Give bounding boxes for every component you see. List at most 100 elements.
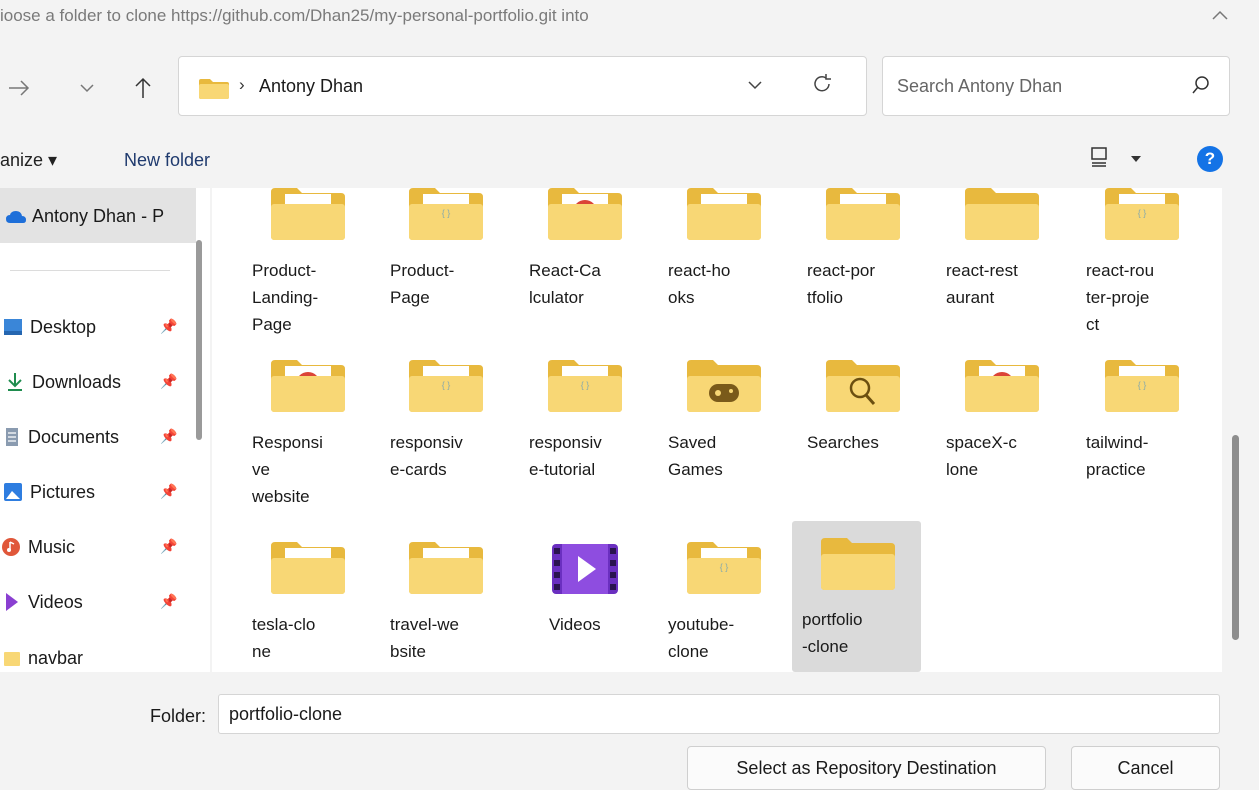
sidebar-item-documents[interactable]: Documents <box>6 425 120 449</box>
sidebar-item-label: Videos <box>28 591 83 612</box>
folder-icon <box>821 538 895 590</box>
sidebar-item-onedrive[interactable]: Antony Dhan - P <box>0 188 196 243</box>
folder-item[interactable]: { } responsiv e-tutorial <box>519 336 647 496</box>
folder-item[interactable]: Saved Games <box>658 336 786 496</box>
recent-locations-button[interactable] <box>70 70 104 106</box>
folder-name: travel-we bsite <box>390 615 459 661</box>
organize-menu[interactable]: anize ▾ <box>0 150 57 171</box>
folder-item[interactable]: spaceX-c lone <box>936 336 1064 496</box>
folder-label: Folder: <box>150 706 207 726</box>
svg-text:{ }: { } <box>442 208 451 218</box>
folder-icon <box>826 360 900 412</box>
folder-name-input[interactable]: portfolio-clone <box>218 694 1220 734</box>
sidebar-item-label: Pictures <box>30 481 96 502</box>
folder-item[interactable]: Searches <box>797 336 925 496</box>
folder-name: React-Ca lculator <box>529 261 601 307</box>
folder-item[interactable]: { } youtube- clone <box>658 518 786 668</box>
folder-item[interactable]: Responsi ve website <box>242 336 370 506</box>
folder-name: react-por tfolio <box>807 261 876 307</box>
videos-library-icon <box>548 542 622 594</box>
folder-name: tailwind- practice <box>1086 433 1149 479</box>
folder-item[interactable]: react-rest aurant <box>936 188 1064 324</box>
sidebar-item-label: navbar <box>28 647 84 668</box>
folder-name: tesla-clo ne <box>252 615 316 661</box>
folder-name: react-ho oks <box>668 261 731 307</box>
folder-icon: { } <box>1105 188 1179 240</box>
folder-item[interactable]: { } responsiv e-cards <box>380 336 508 496</box>
search-input[interactable]: Search Antony Dhan <box>897 76 1062 97</box>
folder-icon: { } <box>409 188 483 240</box>
view-dropdown-icon[interactable] <box>1130 155 1142 163</box>
folder-name: Responsi ve website <box>252 433 323 506</box>
cancel-button[interactable]: Cancel <box>1071 746 1220 790</box>
new-folder-button[interactable]: New folder <box>124 150 210 171</box>
music-icon <box>2 538 20 556</box>
sidebar-item-videos[interactable]: Videos <box>6 590 83 614</box>
chevron-down-icon[interactable] <box>747 79 763 91</box>
forward-button[interactable] <box>2 70 36 106</box>
folder-icon <box>271 360 345 412</box>
select-destination-button[interactable]: Select as Repository Destination <box>687 746 1046 790</box>
chevron-up-icon[interactable] <box>1210 6 1230 26</box>
content-scrollbar[interactable] <box>1232 435 1239 640</box>
sidebar-item-downloads[interactable]: Downloads <box>8 370 122 394</box>
help-button[interactable]: ? <box>1197 146 1223 172</box>
dialog-title: ioose a folder to clone https://github.c… <box>0 6 589 25</box>
folder-icon <box>271 542 345 594</box>
folder-name: portfolio -clone <box>802 610 863 656</box>
folder-item[interactable]: React-Ca lculator <box>519 188 647 324</box>
address-path[interactable]: Antony Dhan <box>259 76 363 97</box>
videos-icon <box>6 593 18 611</box>
pin-icon[interactable]: 📌 <box>160 318 177 335</box>
sidebar-item-label: Documents <box>28 426 120 447</box>
folder-name: Searches <box>807 433 879 452</box>
folder-item[interactable]: Product- Landing- Page <box>242 188 370 334</box>
title-bar: ioose a folder to clone https://github.c… <box>0 0 1259 40</box>
folder-item[interactable]: Videos <box>519 518 647 668</box>
sidebar-item-music[interactable]: Music <box>2 535 75 559</box>
svg-text:{ }: { } <box>720 562 729 572</box>
folder-item[interactable]: react-por tfolio <box>797 188 925 324</box>
pin-icon[interactable]: 📌 <box>160 373 177 390</box>
pictures-icon <box>4 483 22 501</box>
folder-name: youtube- clone <box>668 615 735 661</box>
sidebar-item-pictures[interactable]: Pictures <box>4 480 96 504</box>
divider <box>10 270 170 271</box>
folder-name: Product- Landing- Page <box>252 261 319 334</box>
folder-item[interactable]: tesla-clo ne <box>242 518 370 668</box>
sidebar-item-label: Downloads <box>32 371 122 392</box>
folder-icon <box>965 360 1039 412</box>
folder-item[interactable]: travel-we bsite <box>380 518 508 668</box>
pin-icon[interactable]: 📌 <box>160 483 177 500</box>
search-icon <box>1192 76 1209 94</box>
folder-item[interactable]: react-ho oks <box>658 188 786 324</box>
folder-icon <box>687 188 761 240</box>
sidebar-item-onedrive-row: Antony Dhan - P <box>6 206 164 227</box>
folder-item[interactable]: portfolio -clone <box>792 521 921 672</box>
folder-name: Product- Page <box>390 261 455 307</box>
folder-icon <box>409 542 483 594</box>
arrow-right-icon <box>9 80 30 96</box>
pin-icon[interactable]: 📌 <box>160 428 177 445</box>
folder-item[interactable]: { } react-rou ter-proje ct <box>1076 188 1204 334</box>
pin-icon[interactable]: 📌 <box>160 538 177 555</box>
view-options-icon[interactable] <box>1090 146 1110 168</box>
folder-item[interactable]: { } tailwind- practice <box>1076 336 1204 496</box>
folder-name: responsiv e-tutorial <box>529 433 602 479</box>
sidebar-item-navbar[interactable]: navbar <box>4 646 84 670</box>
sidebar-item-label: Desktop <box>30 316 97 337</box>
folder-name: spaceX-c lone <box>946 433 1017 479</box>
svg-text:{ }: { } <box>1138 208 1147 218</box>
folder-icon: { } <box>548 360 622 412</box>
pin-icon[interactable]: 📌 <box>160 593 177 610</box>
address-bar[interactable]: › Antony Dhan <box>178 56 867 116</box>
arrow-up-icon <box>135 77 151 98</box>
up-button[interactable] <box>126 70 160 106</box>
folder-icon <box>4 652 20 666</box>
sidebar-scrollbar[interactable] <box>196 240 202 440</box>
folder-name: react-rou ter-proje ct <box>1086 261 1155 334</box>
sidebar-item-desktop[interactable]: Desktop <box>4 315 97 339</box>
search-box[interactable]: Search Antony Dhan <box>882 56 1230 116</box>
refresh-icon[interactable] <box>811 73 833 95</box>
folder-item[interactable]: { } Product- Page <box>380 188 508 324</box>
